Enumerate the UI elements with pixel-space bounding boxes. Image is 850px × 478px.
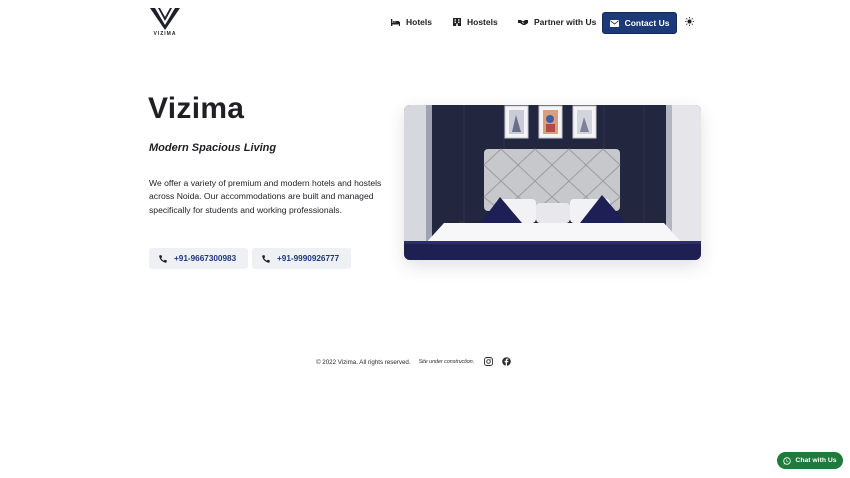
phone-button-1[interactable]: +91-9667300983 (149, 248, 248, 269)
phone-icon (262, 254, 270, 263)
building-icon (453, 18, 461, 26)
social-links (484, 353, 512, 371)
nav-partner-link[interactable]: Partner with Us (518, 17, 596, 27)
logo-text: VIZIMA (153, 31, 177, 37)
phone-number-2: +91-9990926777 (277, 254, 340, 263)
hero-description: We offer a variety of premium and modern… (149, 178, 382, 215)
phone-button-2[interactable]: +91-9990926777 (252, 248, 351, 269)
construction-note: Site under construction. (418, 359, 475, 365)
handshake-icon (518, 19, 528, 25)
contact-us-button[interactable]: Contact Us (602, 12, 677, 34)
instagram-icon[interactable] (484, 353, 494, 371)
hero-room-image (404, 105, 701, 260)
copyright-text: © 2022 Vizima. All rights reserved. (316, 358, 411, 366)
nav-partner-label: Partner with Us (534, 17, 597, 27)
chat-with-us-button[interactable]: Chat with Us (777, 452, 843, 469)
hero-title: Vizima (148, 92, 245, 125)
logo-mark-icon (150, 8, 180, 30)
chat-label: Chat with Us (795, 457, 837, 464)
contact-us-label: Contact Us (624, 18, 670, 28)
whatsapp-icon (783, 456, 792, 465)
hero-subtitle: Modern Spacious Living (149, 142, 277, 154)
nav-hostels-label: Hostels (467, 17, 498, 27)
sun-icon (685, 17, 694, 26)
phone-icon (159, 254, 167, 263)
brand-logo[interactable]: VIZIMA (150, 8, 180, 40)
footer: © 2022 Vizima. All rights reserved. Site… (316, 353, 512, 371)
nav-hotels-link[interactable]: Hotels (391, 17, 432, 27)
nav-hotels-label: Hotels (406, 17, 432, 27)
bed-icon (391, 18, 400, 26)
phone-number-1: +91-9667300983 (174, 254, 237, 263)
mail-icon (609, 19, 619, 27)
nav-hostels-link[interactable]: Hostels (453, 17, 498, 27)
facebook-icon[interactable] (502, 353, 512, 371)
theme-toggle-button[interactable] (685, 17, 694, 26)
